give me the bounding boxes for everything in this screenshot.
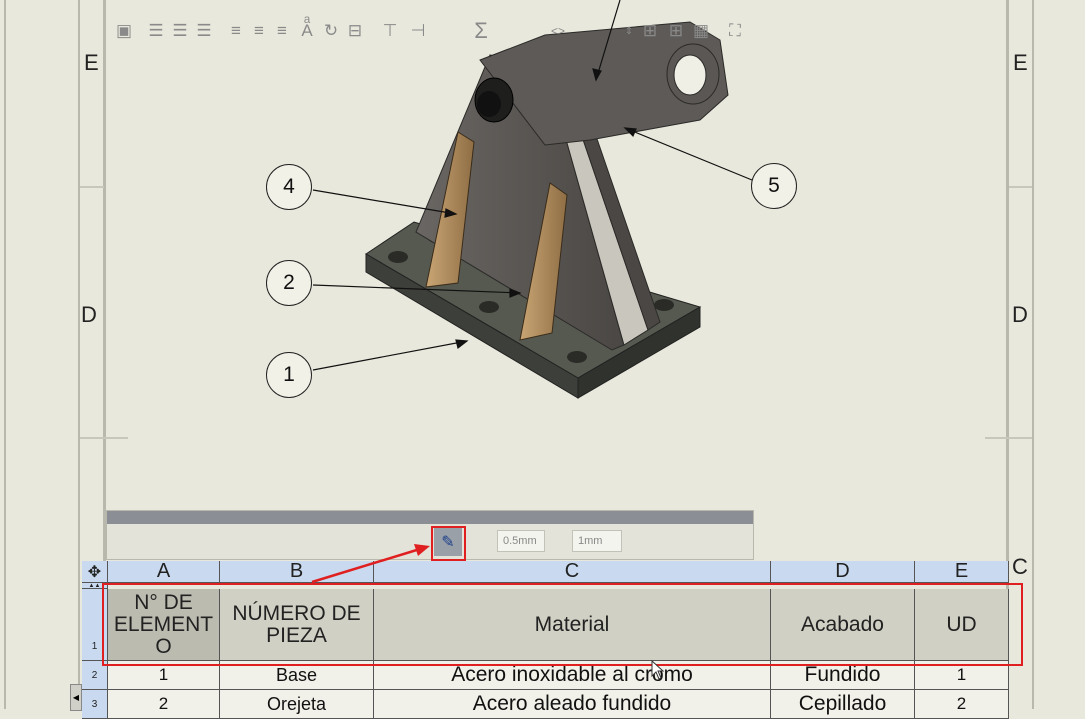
toolbar-title-bar[interactable] — [107, 511, 753, 524]
table-cell[interactable]: 2 — [108, 690, 220, 719]
refresh-icon[interactable]: ↻ — [322, 18, 340, 44]
column-header-b[interactable]: B — [220, 560, 374, 583]
table-cell[interactable]: 2 — [915, 690, 1009, 719]
table-cell[interactable]: Orejeta — [220, 690, 374, 719]
insert-column-icon[interactable]: ⊣ — [408, 18, 428, 44]
column-header-d[interactable]: D — [771, 560, 915, 583]
table-props-icon[interactable]: ⊞ — [640, 18, 660, 44]
align-left-icon[interactable]: ☰ — [147, 18, 165, 44]
table-move-handle-icon[interactable]: ✥ — [82, 561, 108, 583]
insert-row-icon[interactable]: ⊤ — [380, 18, 400, 44]
highlight-box-header-row — [102, 583, 1023, 666]
spinner-arrows-icon[interactable]: ⇕ — [624, 18, 634, 44]
item-balloon[interactable]: 5 — [751, 163, 797, 209]
align-right-icon[interactable]: ☰ — [195, 18, 213, 44]
text-format-icon[interactable]: ▣ — [116, 18, 132, 44]
spacing-icon[interactable]: <> — [548, 18, 568, 44]
align-center-icon[interactable]: ☰ — [171, 18, 189, 44]
split-table-icon[interactable]: ⛶ — [725, 18, 745, 44]
table-cell[interactable]: Acero aleado fundido — [374, 690, 771, 719]
item-balloon[interactable]: 2 — [266, 260, 312, 306]
sum-icon[interactable]: Σ — [472, 18, 490, 44]
highlight-box-tool — [431, 526, 466, 561]
mouse-cursor-icon — [651, 660, 665, 680]
column-header-c[interactable]: C — [374, 560, 771, 583]
align-bottom-icon[interactable]: ≡ — [273, 18, 291, 44]
align-middle-icon[interactable]: ≡ — [250, 18, 268, 44]
table-format-toolbar — [106, 510, 754, 560]
item-balloon[interactable]: 1 — [266, 352, 312, 398]
row-number[interactable]: 3 — [82, 690, 108, 719]
column-header-e[interactable]: E — [915, 560, 1009, 583]
table-cell[interactable]: Cepillado — [771, 690, 915, 719]
item-balloon[interactable]: 4 — [266, 164, 312, 210]
column-header-a[interactable]: A — [108, 560, 220, 583]
text-size-icon[interactable]: Aͣ — [298, 18, 316, 44]
border-thickness-input[interactable]: 0.5mm — [497, 530, 545, 552]
fit-column-icon[interactable]: ⊟ — [345, 18, 365, 44]
panel-collapse-icon[interactable]: ◀ — [70, 684, 82, 711]
table-sort-icon[interactable]: ⊞ — [666, 18, 686, 44]
spacing-input[interactable]: 1mm — [572, 530, 622, 552]
table-grid-icon[interactable]: ▦ — [691, 18, 711, 44]
align-top-icon[interactable]: ≡ — [227, 18, 245, 44]
